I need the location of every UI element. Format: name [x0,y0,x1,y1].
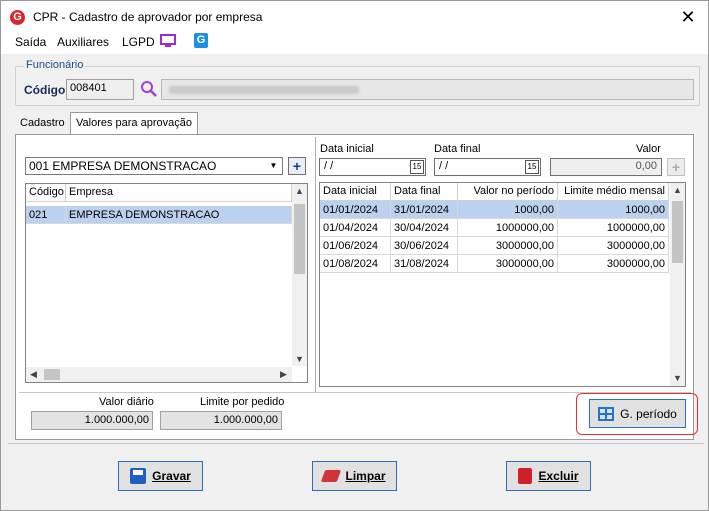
g-app-icon[interactable]: G [194,33,208,48]
data-final-label: Data final [434,143,481,155]
tab-valores-aprovacao[interactable]: Valores para aprovação [70,112,198,134]
col-data-final[interactable]: Data final [391,183,458,201]
monitor-icon[interactable] [160,34,176,48]
cell-valor: 3000000,00 [458,237,558,255]
divider [8,443,704,444]
cell-empresa: EMPRESA DEMONSTRACAO [66,206,292,224]
scroll-down-icon[interactable]: ▼ [670,371,685,386]
col-empresa[interactable]: Empresa [66,184,292,202]
add-empresa-button[interactable]: + [288,157,306,175]
main-window: G CPR - Cadastro de aprovador por empres… [0,0,709,511]
scroll-up-icon[interactable]: ▲ [292,184,307,199]
save-icon [130,468,147,484]
empresa-grid: Código Empresa 021 EMPRESA DEMONSTRACAO … [25,183,308,383]
horizontal-scrollbar[interactable]: ◀ ▶ [26,367,292,382]
menu-bar: Saída Auxiliares LGPD G [1,32,708,54]
cell-limite: 3000000,00 [558,237,669,255]
data-inicial-input[interactable]: / / 15 [319,158,426,176]
cell-valor: 1000000,00 [458,219,558,237]
data-final-input[interactable]: / / 15 [434,158,541,176]
col-valor-periodo[interactable]: Valor no período [458,183,558,201]
funcionario-legend: Funcionário [24,59,86,71]
gravar-button[interactable]: Gravar [118,461,203,491]
cell-data-final: 31/08/2024 [391,255,458,273]
cell-valor: 3000000,00 [458,255,558,273]
cell-data-final: 31/01/2024 [391,201,458,219]
panel-divider [315,137,316,393]
menu-auxiliares[interactable]: Auxiliares [57,35,109,49]
cell-data-inicial: 01/08/2024 [320,255,391,273]
cell-limite: 1000000,00 [558,219,669,237]
scroll-down-icon[interactable]: ▼ [292,352,307,367]
scroll-thumb[interactable] [294,204,305,274]
limpar-button[interactable]: Limpar [312,461,397,491]
cell-data-inicial: 01/01/2024 [320,201,391,219]
cell-valor: 1000,00 [458,201,558,219]
cell-data-inicial: 01/04/2024 [320,219,391,237]
hscroll-thumb[interactable] [44,369,60,380]
col-codigo[interactable]: Código [26,184,66,202]
excluir-button[interactable]: Excluir [506,461,591,491]
calendar-icon[interactable]: 15 [525,160,539,174]
data-inicial-label: Data inicial [320,143,374,155]
valor-diario-field[interactable]: 1.000.000,00 [31,411,153,430]
valor-diario-label: Valor diário [99,396,154,408]
vertical-scrollbar[interactable]: ▲ ▼ [670,183,685,386]
menu-saida[interactable]: Saída [15,35,46,49]
eraser-icon [321,470,342,482]
vertical-scrollbar[interactable]: ▲ ▼ [292,184,307,366]
funcionario-name-field[interactable] [161,79,694,100]
col-limite-medio[interactable]: Limite médio mensal [558,183,669,201]
empresa-select[interactable]: 001 EMPRESA DEMONSTRACAO ▼ [25,157,283,175]
col-data-inicial[interactable]: Data inicial [320,183,391,201]
tab-cadastro[interactable]: Cadastro [15,113,69,133]
cell-codigo: 021 [26,206,66,224]
menu-lgpd[interactable]: LGPD [122,35,155,49]
calendar-icon[interactable]: 15 [410,160,424,174]
limite-pedido-field[interactable]: 1.000.000,00 [160,411,282,430]
trash-icon [518,468,533,484]
close-icon[interactable]: ✕ [677,6,699,28]
title-bar: G CPR - Cadastro de aprovador por empres… [1,1,708,32]
add-periodo-button[interactable]: + [667,158,685,176]
cell-data-final: 30/06/2024 [391,237,458,255]
cell-data-inicial: 01/06/2024 [320,237,391,255]
scroll-left-icon[interactable]: ◀ [26,367,41,382]
limite-pedido-label: Limite por pedido [200,396,285,408]
g-periodo-button[interactable]: G. período [589,399,686,428]
search-icon[interactable] [140,80,158,98]
valor-label: Valor [636,143,661,155]
app-logo-icon: G [10,10,25,25]
codigo-label: Código [24,83,66,97]
periodos-grid: Data inicial Data final Valor no período… [319,182,686,387]
scroll-right-icon[interactable]: ▶ [276,367,291,382]
chevron-down-icon[interactable]: ▼ [266,159,281,173]
window-title: CPR - Cadastro de aprovador por empresa [33,10,263,24]
cell-limite: 1000,00 [558,201,669,219]
cell-data-final: 30/04/2024 [391,219,458,237]
scroll-thumb[interactable] [672,201,683,263]
valor-input[interactable]: 0,00 [550,158,662,176]
codigo-field[interactable]: 008401 [66,79,134,100]
scroll-up-icon[interactable]: ▲ [670,183,685,198]
table-icon [598,406,615,421]
cell-limite: 3000000,00 [558,255,669,273]
